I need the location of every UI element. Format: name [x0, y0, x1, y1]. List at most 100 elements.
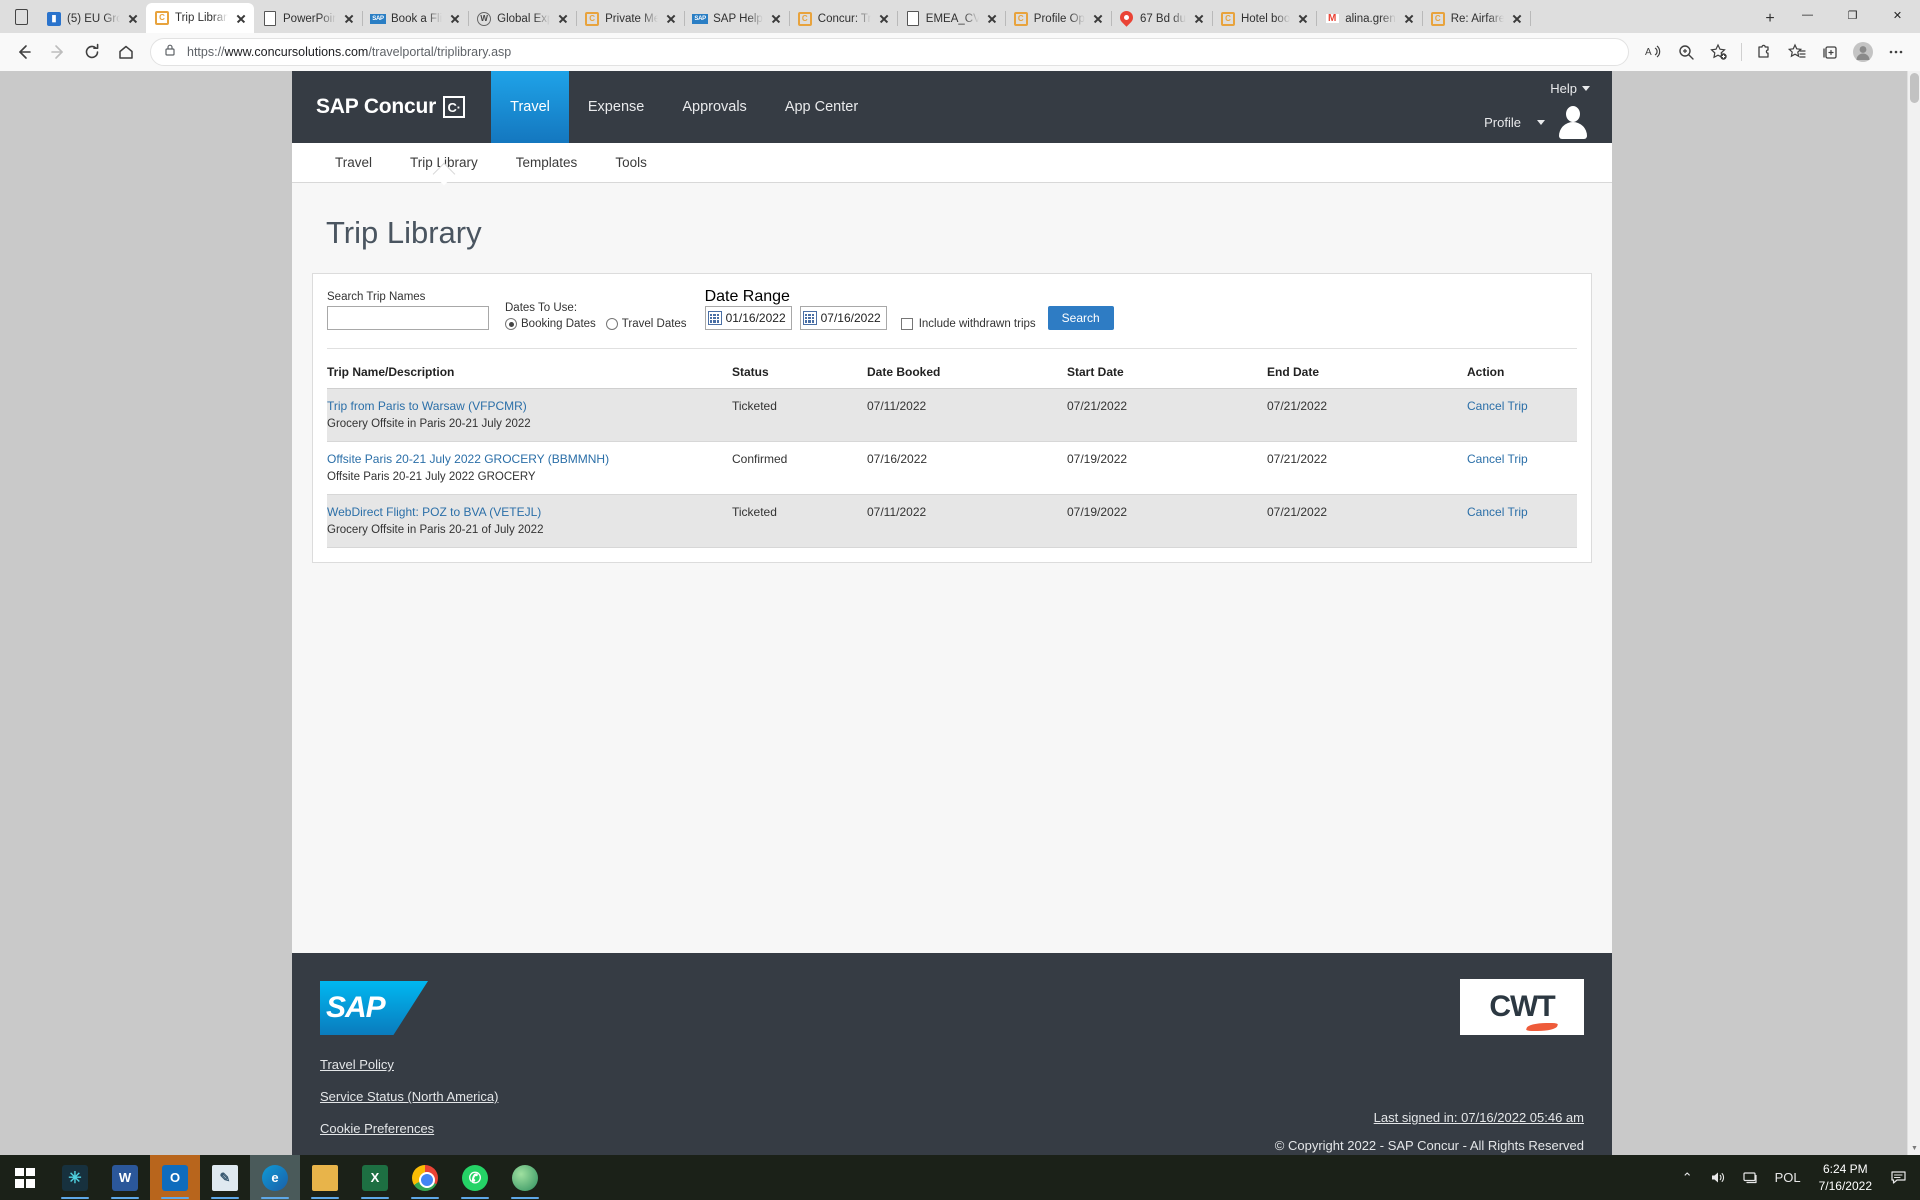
home-icon[interactable]: [110, 36, 142, 68]
close-tab-icon[interactable]: [984, 11, 1000, 27]
taskbar-item-word[interactable]: W: [100, 1155, 150, 1200]
tray-chevron-up-icon[interactable]: ⌃: [1674, 1155, 1701, 1200]
cancel-trip-link[interactable]: Cancel Trip: [1467, 452, 1528, 466]
browser-tab[interactable]: PowerPoin: [254, 4, 363, 33]
close-tab-icon[interactable]: [1090, 11, 1106, 27]
subnav-item-trip-library[interactable]: Trip Library: [391, 155, 497, 170]
footer-right: Last signed in: 07/16/2022 05:46 am © Co…: [1275, 1110, 1584, 1153]
add-favorite-icon[interactable]: [1703, 36, 1735, 68]
date-from-input[interactable]: 01/16/2022: [704, 306, 792, 330]
close-tab-icon[interactable]: [125, 11, 141, 27]
footer-link-service-status[interactable]: Service Status (North America): [320, 1089, 1584, 1104]
browser-tab[interactable]: C Concur: Tr: [789, 4, 898, 33]
close-tab-icon[interactable]: [1401, 11, 1417, 27]
browser-tab[interactable]: SAP SAP Help: [684, 4, 790, 33]
browser-tab[interactable]: EMEA_CV: [897, 4, 1006, 33]
close-tab-icon[interactable]: [1191, 11, 1207, 27]
browser-tab[interactable]: C Trip Library: [146, 3, 254, 33]
zoom-icon[interactable]: [1670, 36, 1702, 68]
footer-link-travel-policy[interactable]: Travel Policy: [320, 1057, 1584, 1072]
cell-end-date: 07/21/2022: [1267, 441, 1467, 495]
cancel-trip-link[interactable]: Cancel Trip: [1467, 399, 1528, 413]
nav-item-approvals[interactable]: Approvals: [663, 71, 765, 143]
radio-booking-dates[interactable]: [505, 318, 517, 330]
search-button[interactable]: Search: [1047, 306, 1114, 330]
browser-tab[interactable]: alina.gren: [1316, 4, 1423, 33]
close-tab-icon[interactable]: [1509, 11, 1525, 27]
favorites-icon[interactable]: [1781, 36, 1813, 68]
nav-item-expense[interactable]: Expense: [569, 71, 663, 143]
maximize-button[interactable]: ❐: [1830, 0, 1875, 30]
calendar-icon[interactable]: [707, 311, 722, 325]
forward-arrow-icon[interactable]: [42, 36, 74, 68]
close-tab-icon[interactable]: [1295, 11, 1311, 27]
browser-tab[interactable]: W Global Exp: [468, 4, 578, 33]
browser-profile-icon[interactable]: [1847, 36, 1879, 68]
taskbar-item-file-explorer[interactable]: [300, 1155, 350, 1200]
date-to-input[interactable]: 07/16/2022: [799, 306, 887, 330]
browser-tab[interactable]: C Hotel boo: [1212, 4, 1318, 33]
taskbar-item-chrome[interactable]: [400, 1155, 450, 1200]
settings-more-icon[interactable]: [1880, 36, 1912, 68]
taskbar-start-button[interactable]: [0, 1155, 50, 1200]
nav-item-travel[interactable]: Travel: [491, 71, 569, 143]
language-indicator[interactable]: POL: [1767, 1155, 1809, 1200]
trip-name-link[interactable]: Offsite Paris 20-21 July 2022 GROCERY (B…: [327, 452, 732, 466]
taskbar-item-excel[interactable]: X: [350, 1155, 400, 1200]
avatar[interactable]: [1556, 105, 1590, 139]
collections-icon[interactable]: [1814, 36, 1846, 68]
subnav-item-templates[interactable]: Templates: [497, 155, 597, 170]
trip-name-link[interactable]: WebDirect Flight: POZ to BVA (VETEJL): [327, 505, 732, 519]
close-tab-icon[interactable]: [555, 11, 571, 27]
close-window-button[interactable]: ✕: [1875, 0, 1920, 30]
page-scrollbar[interactable]: ▲ ▼: [1907, 71, 1920, 1155]
read-aloud-icon[interactable]: A: [1637, 36, 1669, 68]
network-icon[interactable]: [1734, 1155, 1767, 1200]
trip-name-link[interactable]: Trip from Paris to Warsaw (VFPCMR): [327, 399, 732, 413]
close-tab-icon[interactable]: [341, 11, 357, 27]
close-tab-icon[interactable]: [663, 11, 679, 27]
taskbar-item-edge[interactable]: e: [250, 1155, 300, 1200]
browser-tab[interactable]: ▮ (5) EU Gro: [38, 4, 147, 33]
volume-icon[interactable]: [1701, 1155, 1734, 1200]
nav-item-app-center[interactable]: App Center: [766, 71, 877, 143]
help-menu[interactable]: Help: [1484, 81, 1590, 96]
subnav-item-tools[interactable]: Tools: [596, 155, 666, 170]
extensions-icon[interactable]: [1748, 36, 1780, 68]
new-tab-button[interactable]: +: [1755, 4, 1785, 33]
tab-search-icon[interactable]: [4, 0, 38, 33]
scrollbar-thumb[interactable]: [1910, 73, 1919, 103]
browser-tab[interactable]: C Profile Op: [1005, 4, 1113, 33]
radio-travel-dates[interactable]: [605, 318, 618, 330]
taskbar-item-whatsapp[interactable]: ✆: [450, 1155, 500, 1200]
close-tab-icon[interactable]: [768, 11, 784, 27]
browser-tab[interactable]: 67 Bd du: [1111, 4, 1214, 33]
chevron-down-icon: [1537, 119, 1545, 125]
notifications-icon[interactable]: [1882, 1155, 1916, 1200]
taskbar-clock[interactable]: 6:24 PM 7/16/2022: [1809, 1161, 1882, 1193]
sap-concur-brand[interactable]: SAP Concur C·: [292, 95, 466, 119]
profile-menu[interactable]: Profile: [1484, 105, 1590, 139]
browser-tab[interactable]: C Private Me: [576, 4, 686, 33]
minimize-button[interactable]: —: [1785, 0, 1830, 30]
calendar-icon[interactable]: [802, 311, 817, 325]
last-signed-in[interactable]: Last signed in: 07/16/2022 05:46 am: [1275, 1110, 1584, 1125]
back-arrow-icon[interactable]: [8, 36, 40, 68]
refresh-icon[interactable]: [76, 36, 108, 68]
search-input[interactable]: [327, 306, 489, 330]
scroll-down-icon[interactable]: ▼: [1908, 1141, 1920, 1155]
close-tab-icon[interactable]: [447, 11, 463, 27]
taskbar-item-browser[interactable]: [500, 1155, 550, 1200]
browser-tab[interactable]: SAP Book a Fli: [362, 4, 470, 33]
close-tab-icon[interactable]: [233, 10, 249, 26]
address-bar[interactable]: https://www.concursolutions.com/travelpo…: [150, 38, 1629, 66]
taskbar-item-snowflake-app[interactable]: ✳: [50, 1155, 100, 1200]
browser-tab[interactable]: C Re: Airfare: [1422, 4, 1531, 33]
include-withdrawn-checkbox[interactable]: [900, 318, 913, 330]
taskbar-item-notepad[interactable]: ✎: [200, 1155, 250, 1200]
close-tab-icon[interactable]: [876, 11, 892, 27]
cancel-trip-link[interactable]: Cancel Trip: [1467, 505, 1528, 519]
subnav-item-travel[interactable]: Travel: [316, 155, 391, 170]
concur-favicon: C: [1220, 11, 1235, 26]
taskbar-item-outlook[interactable]: O: [150, 1155, 200, 1200]
